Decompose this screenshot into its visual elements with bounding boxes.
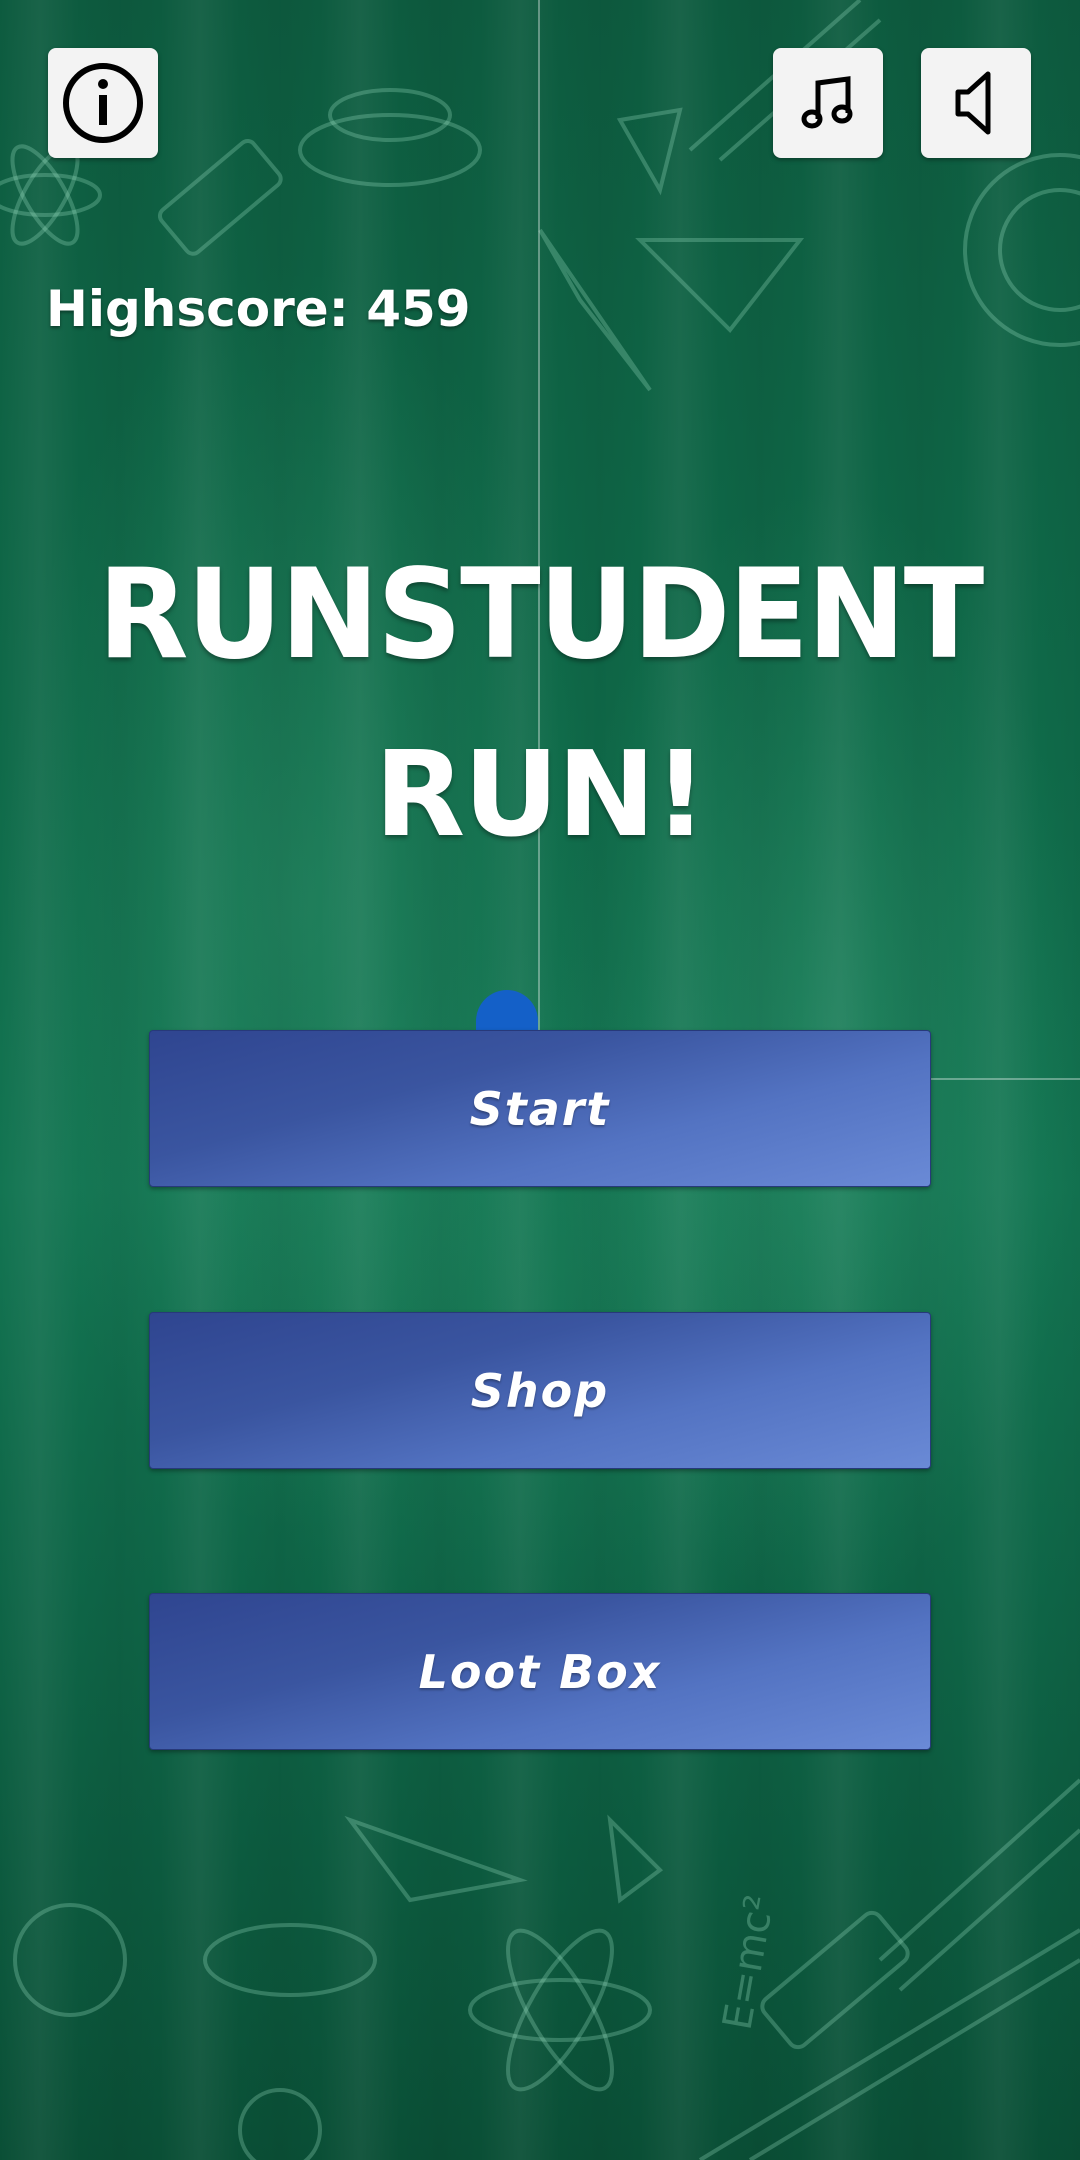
- sound-toggle-button[interactable]: [921, 48, 1031, 158]
- loot-box-button-label: Loot Box: [418, 1644, 662, 1699]
- start-button-label: Start: [469, 1081, 611, 1136]
- highscore-label: Highscore:: [46, 280, 349, 338]
- info-button[interactable]: [48, 48, 158, 158]
- info-icon: [63, 63, 143, 143]
- highscore-text: Highscore: 459: [46, 280, 471, 338]
- guide-line-vertical: [538, 0, 540, 1030]
- svg-text:E=mc²: E=mc²: [715, 1892, 784, 2034]
- music-toggle-button[interactable]: [773, 48, 883, 158]
- speaker-icon: [955, 71, 991, 135]
- shop-button-label: Shop: [470, 1363, 610, 1418]
- game-title-line1: RUNSTUDENT: [97, 541, 985, 687]
- guide-line-horizontal: [930, 1078, 1080, 1080]
- music-note-icon: [801, 76, 853, 129]
- game-title-line2: RUN!: [374, 725, 707, 863]
- highscore-value: 459: [366, 280, 471, 338]
- shop-button[interactable]: Shop: [149, 1312, 931, 1469]
- start-button[interactable]: Start: [149, 1030, 931, 1187]
- loot-box-button[interactable]: Loot Box: [149, 1593, 931, 1750]
